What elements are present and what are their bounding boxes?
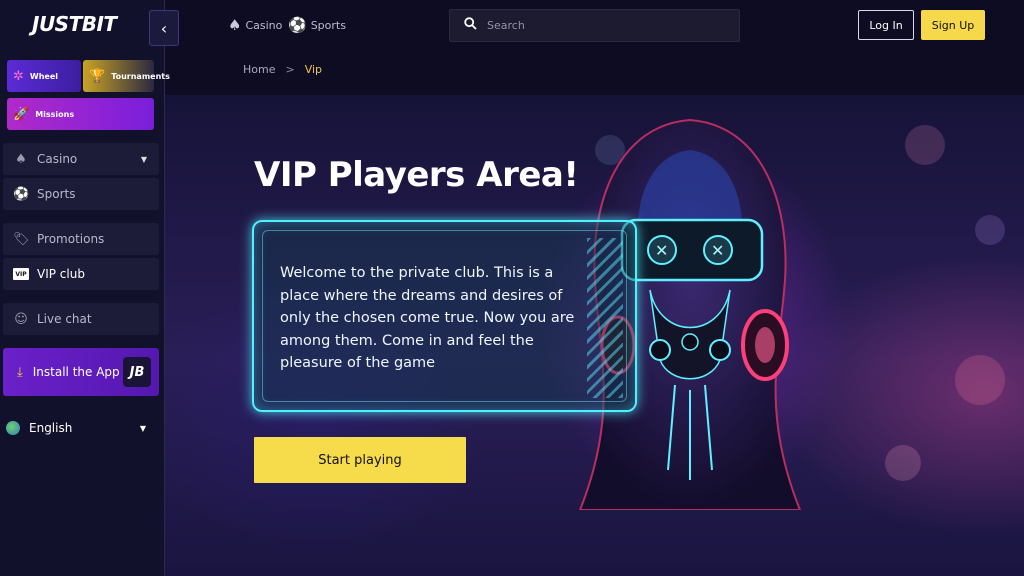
bokeh-light xyxy=(955,355,1005,405)
chevron-left-icon: ‹ xyxy=(160,18,168,38)
rocket-icon: 🚀 xyxy=(13,106,30,122)
sidebar-item-label: Live chat xyxy=(37,312,92,326)
start-playing-button[interactable]: Start playing xyxy=(254,437,466,483)
bokeh-light xyxy=(905,125,945,165)
topbar: ♠ Casino ⚽ Sports Log In Sign Up xyxy=(165,0,1024,50)
search-box xyxy=(449,9,740,42)
breadcrumb-current: Vip xyxy=(304,63,323,76)
chevron-down-icon: ▼ xyxy=(140,154,147,164)
download-icon: ⤓ xyxy=(17,364,23,380)
logo[interactable]: JUSTBIT xyxy=(32,12,117,36)
tournaments-label: Tournaments xyxy=(111,71,170,81)
tag-icon: 🏷 xyxy=(13,231,30,247)
install-app-label: Install the App xyxy=(32,365,120,379)
top-nav-casino[interactable]: ♠ Casino xyxy=(228,16,282,34)
globe-icon xyxy=(6,421,20,435)
soccer-ball-icon: ⚽ xyxy=(288,16,307,34)
bokeh-light xyxy=(975,215,1005,245)
sidebar-item-vip-club[interactable]: VIP VIP club xyxy=(3,258,159,290)
sidebar-item-label: Casino xyxy=(37,152,78,166)
svg-text:✕: ✕ xyxy=(655,241,668,260)
missions-promo-button[interactable]: 🚀 Missions xyxy=(7,98,154,130)
bokeh-light xyxy=(885,445,921,481)
sidebar-item-sports[interactable]: ⚽ Sports xyxy=(3,178,159,210)
spade-icon: ♠ xyxy=(15,151,27,167)
collapse-sidebar-button[interactable]: ‹ xyxy=(149,10,179,46)
search-icon xyxy=(464,17,477,34)
sidebar-item-promotions[interactable]: 🏷 Promotions xyxy=(3,223,159,255)
chevron-down-icon: ▼ xyxy=(139,423,146,433)
breadcrumb-home-link[interactable]: Home xyxy=(243,63,275,76)
panel-stripes-decoration xyxy=(587,238,623,398)
sidebar-item-label: Sports xyxy=(37,187,76,201)
breadcrumb: Home > Vip xyxy=(243,63,322,76)
wheel-icon: ✲ xyxy=(13,68,24,84)
sidebar-item-casino[interactable]: ♠ Casino ▼ xyxy=(3,143,159,175)
welcome-panel: Welcome to the private club. This is a p… xyxy=(252,220,637,412)
support-agent-icon: ☺ xyxy=(14,311,28,327)
missions-label: Missions xyxy=(35,109,75,119)
wheel-label: Wheel xyxy=(29,71,59,81)
svg-text:✕: ✕ xyxy=(711,241,724,260)
app-badge: JB xyxy=(123,357,151,387)
trophy-icon: 🏆 xyxy=(89,68,106,84)
search-input[interactable] xyxy=(487,19,717,32)
tournaments-promo-button[interactable]: 🏆 Tournaments xyxy=(83,60,170,92)
vip-icon: VIP xyxy=(13,268,29,280)
page-title: VIP Players Area! xyxy=(254,155,579,195)
top-nav-label: Casino xyxy=(245,18,283,32)
install-app-button[interactable]: ⤓ Install the App JB xyxy=(3,348,159,396)
spade-icon: ♠ xyxy=(228,16,242,34)
sidebar-item-live-chat[interactable]: ☺ Live chat xyxy=(3,303,159,335)
sidebar-item-label: VIP club xyxy=(37,267,85,281)
soccer-ball-icon: ⚽ xyxy=(13,186,30,202)
signup-button[interactable]: Sign Up xyxy=(921,10,985,40)
wheel-promo-button[interactable]: ✲ Wheel xyxy=(7,60,81,92)
login-button[interactable]: Log In xyxy=(858,10,914,40)
language-selector[interactable]: English ▼ xyxy=(6,418,156,438)
sidebar: JUSTBIT ✲ Wheel 🏆 Tournaments 🚀 Missions… xyxy=(0,0,170,576)
language-label: English xyxy=(29,421,73,435)
top-nav-sports[interactable]: ⚽ Sports xyxy=(288,16,346,34)
welcome-text: Welcome to the private club. This is a p… xyxy=(280,265,575,371)
sidebar-item-label: Promotions xyxy=(37,232,105,246)
breadcrumb-separator-icon: > xyxy=(285,63,295,76)
top-nav-label: Sports xyxy=(310,18,346,32)
